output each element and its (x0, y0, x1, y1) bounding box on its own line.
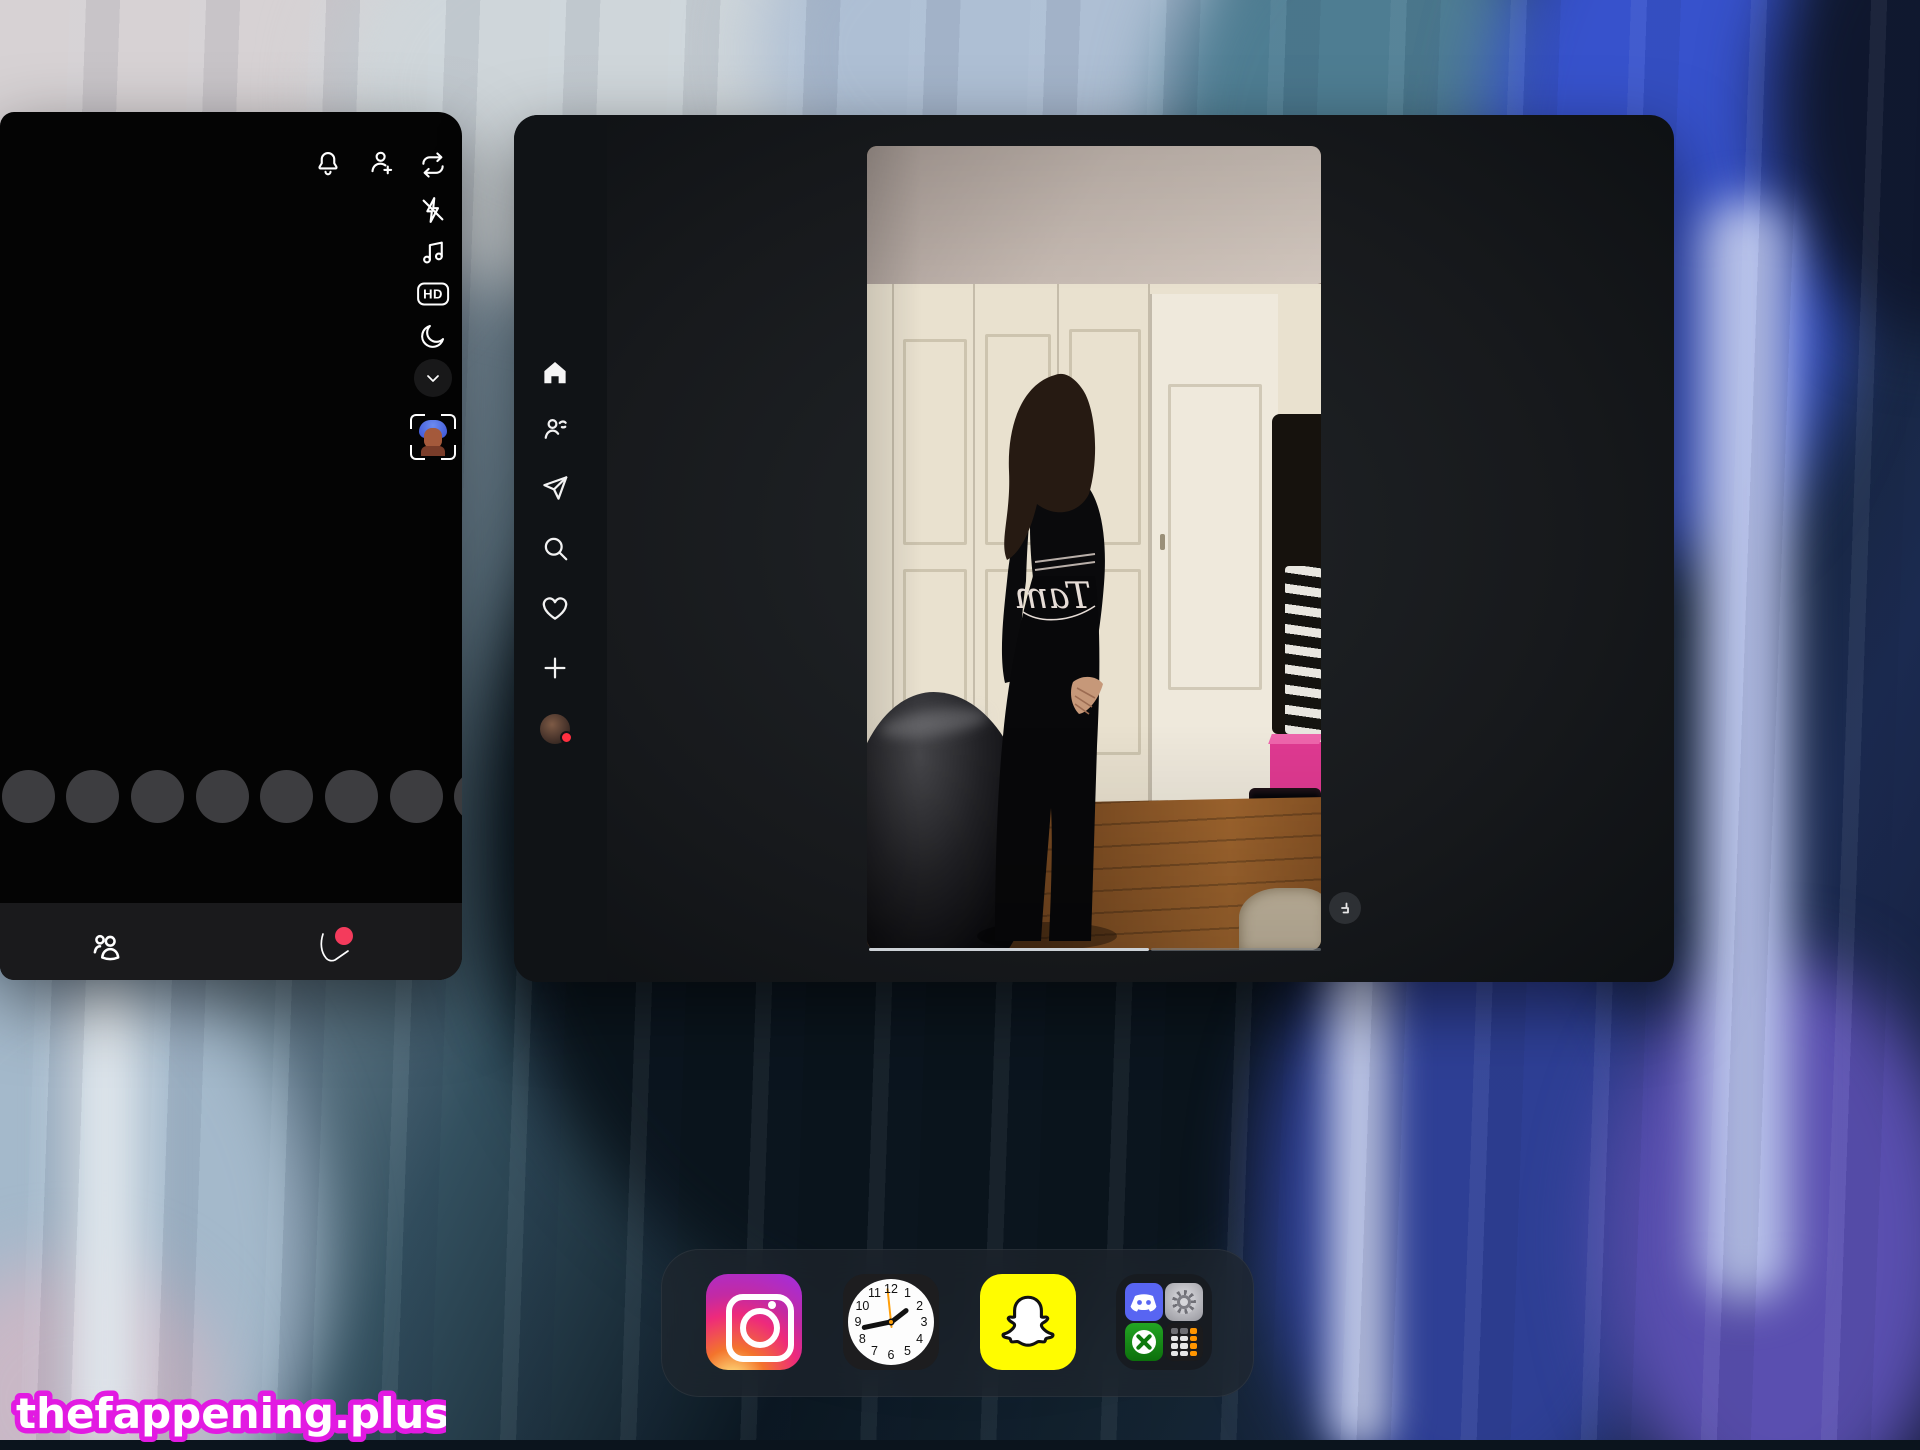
calculator-mini-icon[interactable] (1165, 1323, 1203, 1361)
flip-camera-icon[interactable] (418, 150, 448, 180)
dock-app-folder[interactable] (1116, 1274, 1212, 1370)
clock-numeral: 8 (859, 1332, 866, 1346)
people-icon[interactable] (540, 414, 570, 444)
calculator-keys (1171, 1328, 1197, 1356)
instagram-lens (740, 1308, 780, 1348)
lens-frame (410, 445, 425, 460)
lens-avatar-face (424, 428, 442, 448)
messages-icon[interactable] (540, 473, 570, 503)
search-icon[interactable] (540, 533, 570, 563)
lens-frame (441, 414, 456, 429)
profile-notification-dot (560, 731, 573, 744)
video-vignette (867, 146, 1321, 950)
home-icon[interactable] (540, 357, 570, 387)
settings-gear-hub (1177, 1295, 1191, 1309)
clock-pivot-orange (889, 1320, 893, 1324)
dock-snapchat-icon[interactable] (980, 1274, 1076, 1370)
snapchat-ghost (995, 1289, 1061, 1355)
add-friend-icon[interactable] (365, 148, 395, 178)
notifications-bell-icon[interactable] (313, 148, 343, 178)
clock-numeral: 7 (871, 1344, 878, 1358)
discord-mini-icon[interactable] (1125, 1283, 1163, 1321)
clock-numeral: 4 (916, 1332, 923, 1346)
lens-avatar-button[interactable] (410, 414, 456, 460)
clock-numeral: 3 (921, 1315, 928, 1329)
filter-circle[interactable] (325, 770, 378, 823)
filter-circle[interactable] (454, 770, 462, 823)
friends-icon[interactable] (88, 929, 124, 965)
dock-clock-icon[interactable]: 123456789101112 (843, 1274, 939, 1370)
music-icon[interactable] (418, 237, 448, 267)
stories-record-icon[interactable] (311, 925, 355, 969)
filter-circle[interactable] (66, 770, 119, 823)
clock-numeral: 11 (868, 1286, 881, 1300)
record-dot (335, 927, 353, 945)
filter-circle[interactable] (260, 770, 313, 823)
clock-numeral: 10 (855, 1299, 869, 1313)
hd-quality-icon[interactable]: HD (417, 283, 449, 306)
settings-mini-icon[interactable] (1165, 1283, 1203, 1321)
clock-numeral: 1 (904, 1286, 911, 1300)
clock-numeral: 5 (904, 1344, 911, 1358)
clock-numeral: 12 (884, 1282, 898, 1296)
create-plus-icon[interactable] (540, 653, 570, 683)
flash-off-icon[interactable] (418, 195, 448, 225)
xbox-mini-icon[interactable] (1125, 1323, 1163, 1361)
watermark-text: thefappening.plus (16, 1389, 446, 1438)
clock-numeral: 2 (916, 1299, 923, 1313)
reel-video[interactable]: Tam (867, 146, 1321, 950)
video-progress-played[interactable] (869, 948, 1149, 951)
lens-frame (410, 414, 425, 429)
filter-carousel[interactable] (0, 770, 462, 826)
lens-frame (441, 445, 456, 460)
dark-mode-moon-icon[interactable] (418, 321, 448, 351)
snapchat-bottom-bar (0, 903, 462, 980)
snapchat-camera-window[interactable]: HD (0, 112, 462, 980)
hd-label: HD (423, 287, 443, 302)
filter-circle[interactable] (196, 770, 249, 823)
profile-avatar[interactable] (540, 714, 570, 744)
notifications-heart-icon[interactable] (540, 593, 570, 623)
video-progress-remaining[interactable] (1151, 948, 1321, 951)
instagram-flash-dot (768, 1301, 776, 1309)
watermark: thefappening.plus (6, 1376, 446, 1450)
filter-circle[interactable] (2, 770, 55, 823)
filter-circle[interactable] (131, 770, 184, 823)
filter-circle[interactable] (390, 770, 443, 823)
clock-face: 123456789101112 (848, 1279, 934, 1365)
instagram-sidebar (514, 115, 607, 982)
dock-instagram-icon[interactable] (706, 1274, 802, 1370)
clock-numeral: 6 (888, 1348, 895, 1362)
dock: 123456789101112 (661, 1249, 1254, 1397)
collapse-chevron-icon[interactable] (414, 359, 452, 397)
clock-numeral: 9 (855, 1315, 862, 1329)
instagram-window[interactable]: Tam (514, 115, 1674, 982)
shrink-window-button[interactable] (1329, 892, 1361, 924)
